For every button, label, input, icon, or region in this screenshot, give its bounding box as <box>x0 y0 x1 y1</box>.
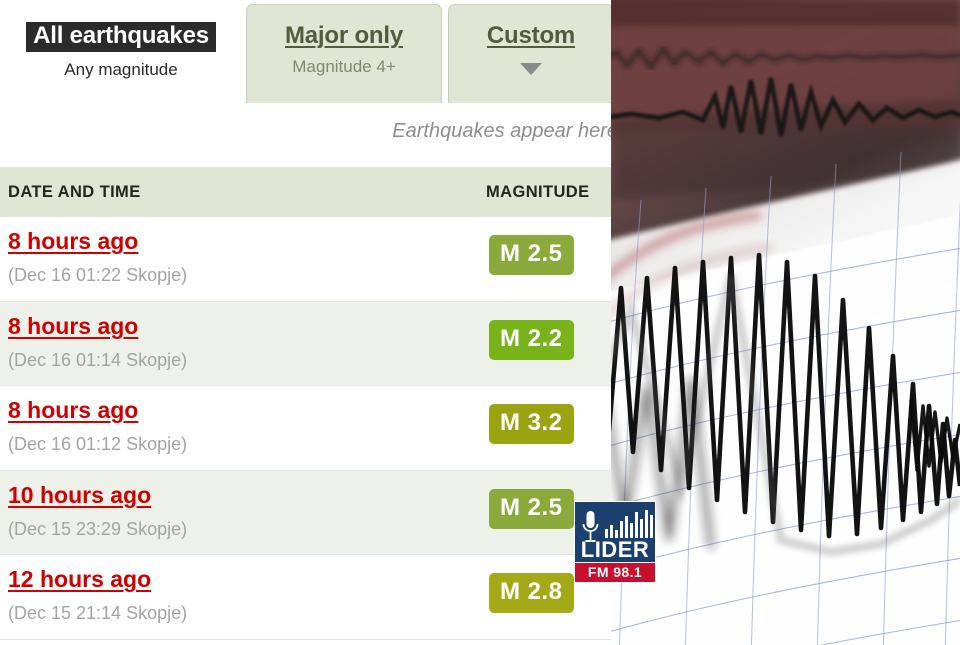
tab-all-earthquakes-title: All earthquakes <box>26 22 216 53</box>
chevron-down-icon[interactable] <box>520 63 542 76</box>
earthquake-table: DATE AND TIME MAGNITUDE 8 hours ago (Dec… <box>0 167 612 640</box>
table-row[interactable]: 8 hours ago (Dec 16 01:12 Skopje) M 3.2 <box>0 386 612 471</box>
row-relative-time-link[interactable]: 8 hours ago <box>8 397 138 424</box>
tab-all-earthquakes[interactable]: All earthquakes Any magnitude <box>0 4 242 104</box>
table-row[interactable]: 12 hours ago (Dec 15 21:14 Skopje) M 2.8 <box>0 555 612 640</box>
row-local-time: (Dec 15 21:14 Skopje) <box>8 603 188 623</box>
tab-major-only-subtitle: Magnitude 4+ <box>292 57 396 77</box>
tab-major-only[interactable]: Major only Magnitude 4+ <box>246 4 442 103</box>
magnitude-badge: M 2.5 <box>489 488 574 529</box>
magnitude-badge: M 2.8 <box>489 573 574 613</box>
empty-state-note: Earthquakes appear here <box>392 120 612 142</box>
screenshot-root: All earthquakes Any magnitude Major only… <box>0 0 960 645</box>
table-row[interactable]: 8 hours ago (Dec 16 01:22 Skopje) M 2.5 <box>0 217 612 302</box>
tab-all-earthquakes-subtitle: Any magnitude <box>64 60 178 80</box>
tab-custom[interactable]: Custom <box>448 4 612 103</box>
magnitude-badge: M 2.2 <box>489 319 574 360</box>
column-header-date-and-time: DATE AND TIME <box>8 183 141 201</box>
lider-fm-logo: LIDER FM 98.1 <box>574 501 656 583</box>
row-relative-time-link[interactable]: 8 hours ago <box>8 313 138 340</box>
earthquake-list-panel: All earthquakes Any magnitude Major only… <box>0 0 612 645</box>
filter-tabs: All earthquakes Any magnitude Major only… <box>0 0 612 104</box>
tab-major-only-title: Major only <box>284 22 403 49</box>
row-relative-time-link[interactable]: 8 hours ago <box>8 228 138 255</box>
empty-state-note-row: Earthquakes appear here <box>0 104 612 167</box>
row-local-time: (Dec 16 01:22 Skopje) <box>8 265 188 285</box>
lider-logo-box: LIDER <box>574 501 656 563</box>
tab-major-only-title-wrap: Major only <box>247 22 441 49</box>
row-relative-time-link[interactable]: 10 hours ago <box>8 482 151 509</box>
row-local-time: (Dec 16 01:12 Skopje) <box>8 434 188 454</box>
tab-all-earthquakes-title-wrap: All earthquakes <box>0 22 242 53</box>
lider-logo-frequency: FM 98.1 <box>574 563 656 583</box>
tab-custom-title: Custom <box>486 22 576 49</box>
seismograph-photo <box>611 0 960 645</box>
audio-levels-icon <box>605 510 653 538</box>
tab-custom-title-wrap: Custom <box>449 22 612 49</box>
table-header-row: DATE AND TIME MAGNITUDE <box>0 167 612 217</box>
magnitude-badge: M 2.5 <box>489 235 574 275</box>
lider-logo-wordmark: LIDER <box>580 537 650 562</box>
row-local-time: (Dec 16 01:14 Skopje) <box>8 349 188 370</box>
magnitude-badge: M 3.2 <box>489 404 574 444</box>
column-header-magnitude: MAGNITUDE <box>486 183 590 201</box>
row-local-time: (Dec 15 23:29 Skopje) <box>8 518 188 539</box>
table-row[interactable]: 10 hours ago (Dec 15 23:29 Skopje) M 2.5 <box>0 470 612 555</box>
seismograph-illustration <box>611 0 960 645</box>
table-row[interactable]: 8 hours ago (Dec 16 01:14 Skopje) M 2.2 <box>0 301 612 386</box>
row-relative-time-link[interactable]: 12 hours ago <box>8 566 151 593</box>
